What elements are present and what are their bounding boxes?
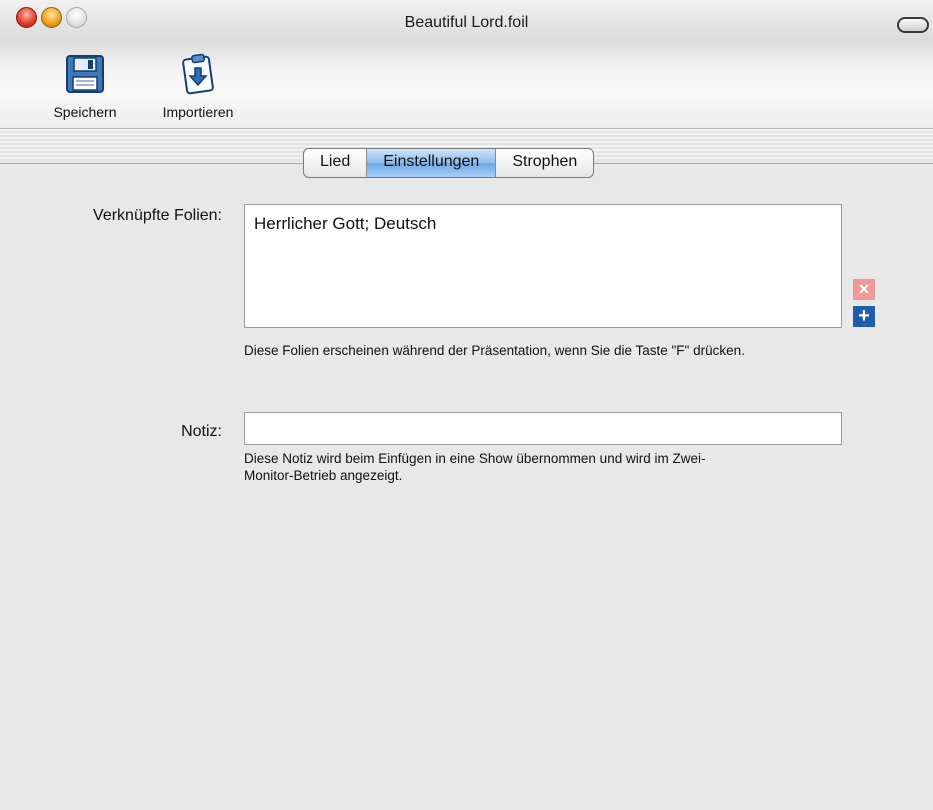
- import-button-label: Importieren: [162, 104, 234, 120]
- toolbar: Speichern Importieren: [0, 40, 933, 128]
- list-item[interactable]: Herrlicher Gott; Deutsch: [245, 205, 841, 234]
- add-slide-button[interactable]: +: [853, 306, 875, 327]
- tab-strophen[interactable]: Strophen: [496, 149, 593, 177]
- tab-lied[interactable]: Lied: [304, 149, 368, 177]
- remove-slide-button[interactable]: ×: [853, 279, 875, 300]
- linked-slides-help: Diese Folien erscheinen während der Präs…: [244, 343, 745, 358]
- note-field[interactable]: [244, 412, 842, 445]
- clipboard-import-icon: [176, 52, 220, 96]
- note-help: Diese Notiz wird beim Einfügen in eine S…: [244, 450, 705, 484]
- note-help-line: Monitor-Betrieb angezeigt.: [244, 468, 403, 483]
- note-help-line: Diese Notiz wird beim Einfügen in eine S…: [244, 451, 706, 466]
- toolbar-toggle-button[interactable]: [897, 17, 929, 33]
- note-label: Notiz:: [181, 423, 222, 440]
- tab-einstellungen[interactable]: Einstellungen: [367, 149, 497, 177]
- linked-slides-label: Verknüpfte Folien:: [93, 207, 222, 224]
- window-title: Beautiful Lord.foil: [404, 14, 529, 31]
- floppy-disk-icon: [63, 52, 107, 96]
- save-button[interactable]: Speichern: [42, 52, 128, 120]
- import-button[interactable]: Importieren: [150, 52, 246, 120]
- app-window: Beautiful Lord.foil Speichern Importiere…: [0, 0, 933, 810]
- title-bar[interactable]: Beautiful Lord.foil: [0, 0, 933, 40]
- save-button-label: Speichern: [53, 104, 117, 120]
- tab-bar: Lied Einstellungen Strophen: [303, 148, 595, 178]
- linked-slides-list[interactable]: Herrlicher Gott; Deutsch: [244, 204, 842, 328]
